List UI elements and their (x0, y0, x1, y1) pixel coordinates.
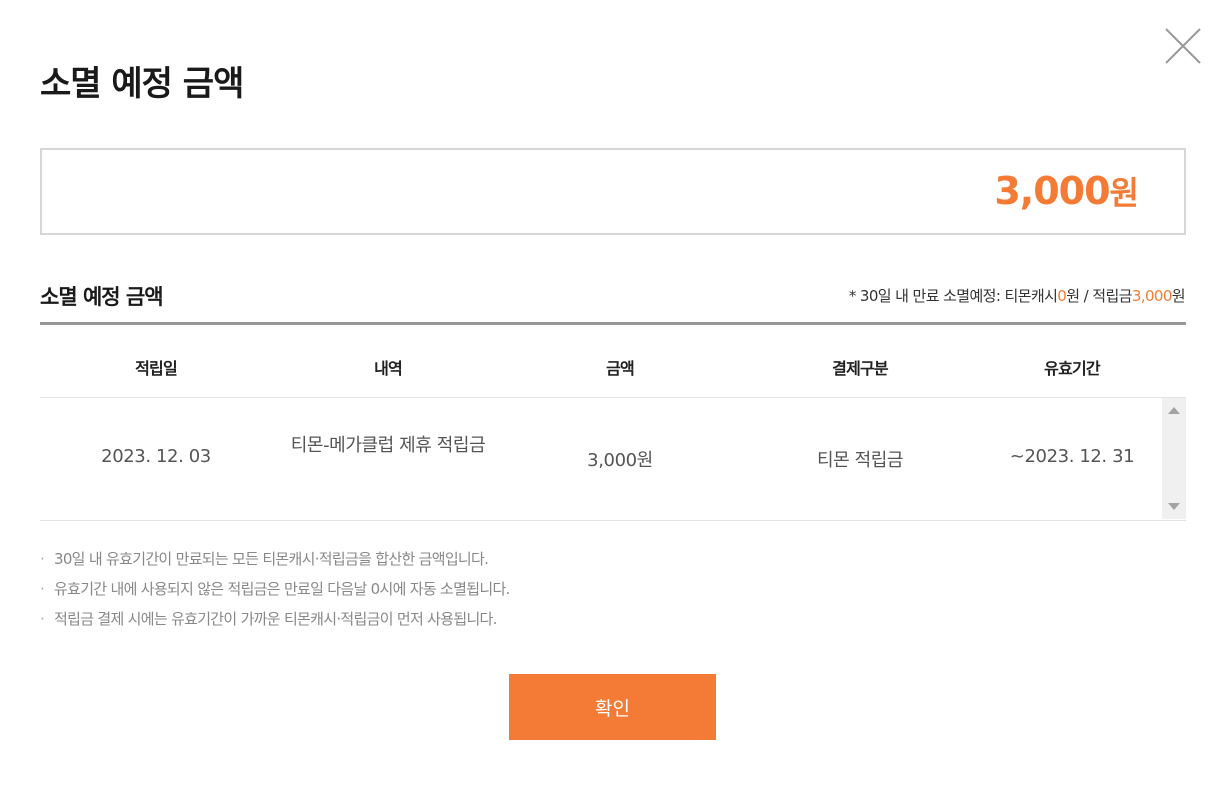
modal-title: 소멸 예정 금액 (40, 64, 244, 104)
header-description: 내역 (374, 359, 403, 378)
table-scrollbar[interactable] (1162, 398, 1186, 519)
total-amount: 3,000원 (994, 168, 1139, 214)
confirm-button[interactable]: 확인 (509, 674, 716, 740)
summary-suffix: 원 (1171, 287, 1186, 305)
note-text: 30일 내 유효기간이 만료되는 모든 티몬캐시·적립금을 합산한 금액입니다. (54, 550, 489, 568)
close-icon (1165, 28, 1201, 64)
note-item: · 30일 내 유효기간이 만료되는 모든 티몬캐시·적립금을 합산한 금액입니다… (40, 544, 510, 574)
bullet-icon: · (40, 550, 45, 568)
cell-validity: ~2023. 12. 31 (1009, 446, 1135, 467)
section-title: 소멸 예정 금액 (40, 285, 164, 309)
summary-prefix: * 30일 내 만료 소멸예정: 티몬캐시 (848, 287, 1058, 305)
amount-box: 3,000원 (40, 148, 1186, 235)
bullet-icon: · (40, 580, 45, 598)
close-button[interactable] (1163, 26, 1203, 66)
note-item: · 유효기간 내에 사용되지 않은 적립금은 만료일 다음날 0시에 자동 소멸됩… (40, 574, 510, 604)
cell-description: 티몬-메가클럽 제휴 적립금 (290, 435, 486, 456)
note-text: 적립금 결제 시에는 유효기간이 가까운 티몬캐시·적립금이 먼저 사용됩니다. (54, 610, 497, 628)
note-item: · 적립금 결제 시에는 유효기간이 가까운 티몬캐시·적립금이 먼저 사용됩니다… (40, 604, 510, 634)
cell-date: 2023. 12. 03 (101, 446, 211, 467)
expiring-amount-modal: 소멸 예정 금액 3,000원 소멸 예정 금액 * 30일 내 만료 소멸예정… (0, 0, 1225, 795)
total-amount-value: 3,000 (994, 169, 1110, 213)
header-payment-type: 결제구분 (832, 359, 888, 378)
summary-mid: 원 / 적립금 (1066, 287, 1132, 305)
header-date: 적립일 (135, 359, 178, 378)
point-amount: 3,000 (1131, 287, 1173, 305)
cash-amount: 0 (1057, 287, 1067, 305)
total-amount-unit: 원 (1109, 174, 1139, 212)
table-body: 2023. 12. 03 티몬-메가클럽 제휴 적립금 3,000원 티몬 적립… (40, 398, 1186, 521)
cell-amount: 3,000원 (587, 450, 653, 471)
header-validity: 유효기간 (1044, 359, 1100, 378)
scroll-down-arrow-icon[interactable] (1168, 503, 1180, 510)
cell-payment-type: 티몬 적립금 (816, 450, 904, 471)
table-header: 적립일 내역 금액 결제구분 유효기간 (40, 322, 1186, 398)
scroll-up-arrow-icon[interactable] (1168, 407, 1180, 414)
bullet-icon: · (40, 610, 45, 628)
expiry-summary: * 30일 내 만료 소멸예정: 티몬캐시0원 / 적립금3,000원 (848, 285, 1186, 306)
header-amount: 금액 (606, 359, 635, 378)
notes-list: · 30일 내 유효기간이 만료되는 모든 티몬캐시·적립금을 합산한 금액입니다… (40, 544, 510, 634)
note-text: 유효기간 내에 사용되지 않은 적립금은 만료일 다음날 0시에 자동 소멸됩니… (54, 580, 510, 598)
